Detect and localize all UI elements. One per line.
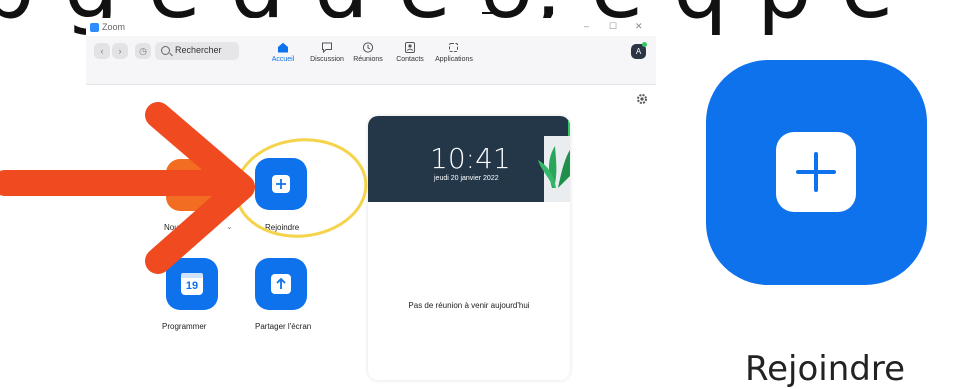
home-icon: [278, 42, 288, 53]
new-meeting-button[interactable]: [166, 159, 218, 211]
status-dot: [642, 42, 647, 47]
zoomed-plus-box: [776, 132, 856, 212]
tab-applications[interactable]: Applications: [432, 42, 476, 63]
search-box[interactable]: [155, 42, 239, 60]
tab-contacts[interactable]: Contacts: [395, 42, 425, 63]
apps-icon: [449, 43, 458, 52]
maximize-button[interactable]: ☐: [609, 21, 617, 32]
history-button[interactable]: ◷: [135, 43, 151, 59]
tab-label: Discussion: [310, 56, 344, 63]
tab-discussion[interactable]: Discussion: [309, 42, 345, 63]
contacts-icon: [405, 42, 415, 53]
calendar-card: 10:41 jeudi 20 janvier 2022 Pas de réuni…: [368, 116, 570, 380]
clock-icon: [362, 42, 374, 53]
zoom-logo-icon: [90, 23, 99, 32]
tab-reunions[interactable]: Réunions: [353, 42, 383, 63]
chevron-down-icon[interactable]: ⌄: [226, 222, 233, 231]
tab-label: Contacts: [396, 56, 424, 63]
calendar-card-header: 10:41 jeudi 20 janvier 2022: [368, 116, 570, 202]
video-camera-icon: [179, 177, 207, 193]
close-button[interactable]: ✕: [635, 21, 643, 32]
search-icon: [161, 46, 170, 55]
search-input[interactable]: [175, 45, 235, 55]
zoom-window: Zoom – ☐ ✕ ‹ › ◷ Accueil Discussion Réun…: [86, 18, 656, 389]
schedule-label: Programmer: [162, 322, 207, 331]
tab-accueil[interactable]: Accueil: [268, 42, 298, 63]
gear-icon[interactable]: [636, 93, 648, 105]
tab-label: Applications: [435, 56, 473, 63]
tab-label: Accueil: [271, 56, 295, 63]
plus-icon: [796, 152, 836, 192]
new-meeting-label: Nou: [164, 223, 179, 232]
schedule-button[interactable]: 19: [166, 258, 218, 310]
plus-icon: [272, 175, 290, 193]
tab-label: Réunions: [353, 56, 383, 63]
clock-date: jeudi 20 janvier 2022: [434, 175, 499, 182]
title-bar: Zoom – ☐ ✕: [86, 18, 656, 36]
share-screen-button[interactable]: [255, 258, 307, 310]
cropped-underline: [482, 12, 496, 14]
forward-button[interactable]: ›: [112, 43, 128, 59]
chat-icon: [322, 42, 332, 53]
share-screen-label: Partager l'écran: [255, 322, 312, 331]
no-meeting-message: Pas de réunion à venir aujourd'hui: [408, 301, 530, 310]
minimize-button[interactable]: –: [584, 21, 589, 31]
clock-time: 10:41: [430, 142, 511, 175]
window-title: Zoom: [102, 22, 126, 32]
join-button[interactable]: [255, 158, 307, 210]
share-arrow-up-icon: [271, 274, 291, 294]
calendar-day: 19: [185, 280, 199, 292]
zoomed-join-button: [706, 60, 927, 285]
zoomed-join-label: Rejoindre: [745, 349, 905, 389]
back-button[interactable]: ‹: [94, 43, 110, 59]
join-label: Rejoindre: [265, 223, 300, 232]
